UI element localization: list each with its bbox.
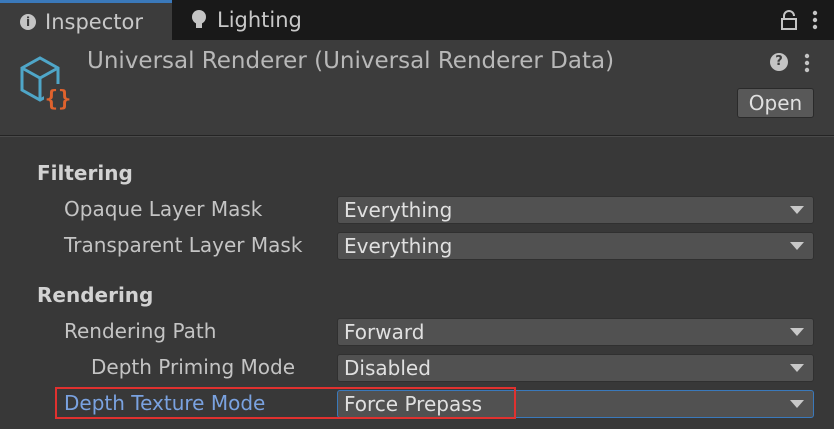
tab-lighting[interactable]: Lighting [172,0,332,40]
transparent-layer-mask-dropdown[interactable]: Everything [337,232,814,260]
tab-inspector[interactable]: i Inspector [0,0,172,40]
asset-title: Universal Renderer (Universal Renderer D… [87,48,615,74]
context-menu-icon[interactable] [802,51,812,75]
opaque-layer-mask-value: Everything [344,198,453,222]
lock-icon[interactable] [780,10,798,30]
rendering-path-label: Rendering Path [64,319,217,343]
opaque-layer-mask-dropdown[interactable]: Everything [337,196,814,224]
chevron-down-icon [790,400,804,408]
transparent-layer-mask-value: Everything [344,234,453,258]
rendering-path-dropdown[interactable]: Forward [337,318,814,346]
chevron-down-icon [790,206,804,214]
rendering-path-value: Forward [344,320,425,344]
transparent-layer-mask-label: Transparent Layer Mask [64,233,303,257]
section-filtering-title[interactable]: Filtering [37,161,133,185]
chevron-down-icon [790,242,804,250]
svg-text:{}: {} [45,87,72,112]
kebab-menu-icon[interactable] [810,8,820,32]
depth-texture-mode-dropdown[interactable]: Force Prepass [337,390,814,418]
info-icon: i [20,13,36,30]
tab-lighting-label: Lighting [217,8,302,32]
depth-texture-mode-label: Depth Texture Mode [64,391,266,415]
chevron-down-icon [790,364,804,372]
opaque-layer-mask-label: Opaque Layer Mask [64,197,263,221]
scriptable-object-icon: {} [20,56,72,112]
depth-texture-mode-value: Force Prepass [344,392,483,416]
depth-priming-mode-value: Disabled [344,356,431,380]
help-icon[interactable]: ? [770,53,788,71]
bulb-icon [192,10,206,28]
section-rendering-title[interactable]: Rendering [37,283,153,307]
chevron-down-icon [790,328,804,336]
tab-inspector-label: Inspector [45,9,143,34]
open-button[interactable]: Open [737,88,814,118]
inspector-header: {} Universal Renderer (Universal Rendere… [0,40,834,136]
tab-bar: i Inspector Lighting [0,0,834,40]
depth-priming-mode-dropdown[interactable]: Disabled [337,354,814,382]
depth-priming-mode-label: Depth Priming Mode [91,355,296,379]
